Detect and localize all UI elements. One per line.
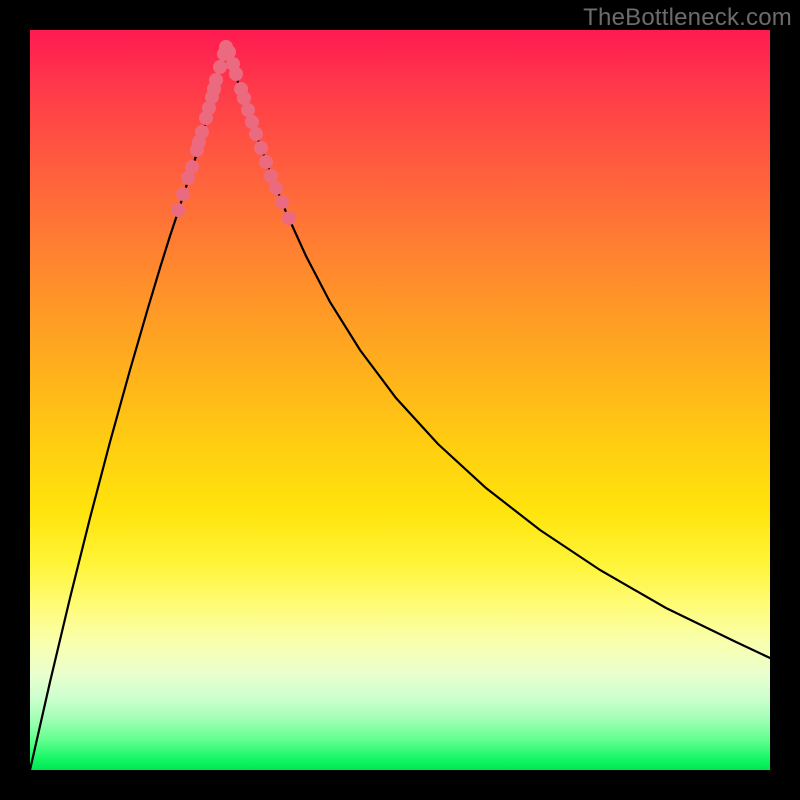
watermark-text: TheBottleneck.com: [583, 4, 792, 32]
data-marker: [275, 195, 289, 209]
data-marker: [195, 125, 209, 139]
data-marker: [259, 155, 273, 169]
data-marker: [229, 67, 243, 81]
data-marker: [282, 211, 296, 225]
marker-group: [171, 40, 296, 225]
right-curve: [226, 46, 770, 658]
data-marker: [222, 45, 236, 59]
chart-svg: [30, 30, 770, 770]
data-marker: [176, 187, 190, 201]
data-marker: [264, 169, 278, 183]
data-marker: [213, 60, 227, 74]
data-marker: [254, 141, 268, 155]
data-marker: [245, 115, 259, 129]
plot-area: [30, 30, 770, 770]
data-marker: [209, 73, 223, 87]
chart-frame: TheBottleneck.com: [0, 0, 800, 800]
data-marker: [237, 91, 251, 105]
data-marker: [185, 160, 199, 174]
data-marker: [249, 127, 263, 141]
data-marker: [241, 103, 255, 117]
data-marker: [171, 203, 185, 217]
data-marker: [269, 181, 283, 195]
